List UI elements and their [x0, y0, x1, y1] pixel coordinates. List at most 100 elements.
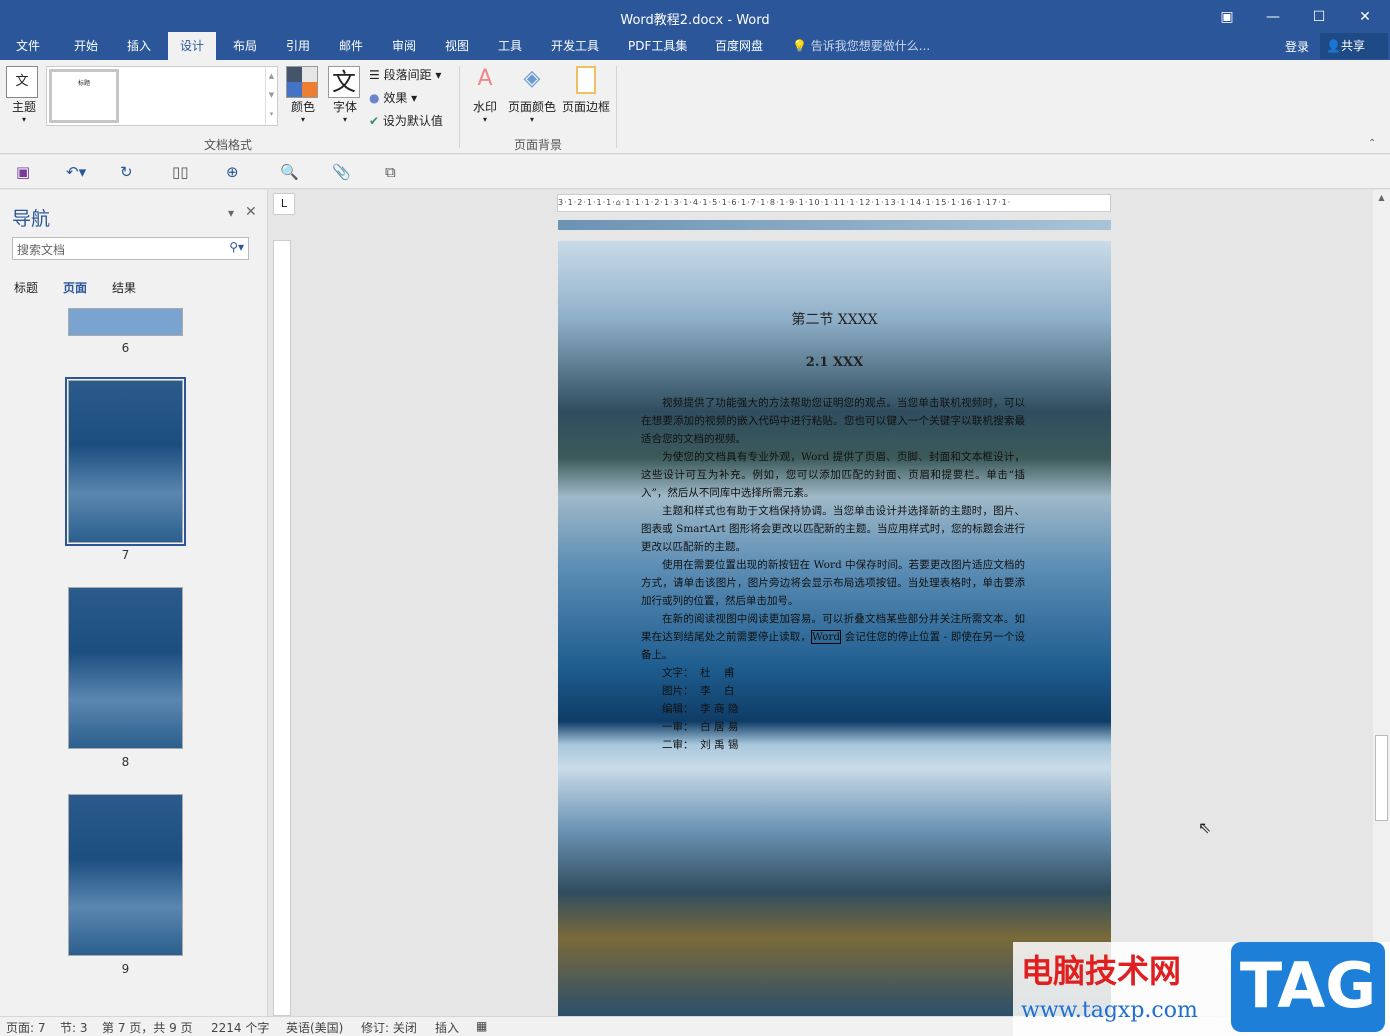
colors-icon: [286, 66, 318, 98]
effects-button[interactable]: ● 效果 ▾: [369, 89, 417, 106]
status-insert-mode[interactable]: 插入: [435, 1019, 459, 1036]
page-number-9: 9: [121, 962, 130, 976]
colors-button[interactable]: 颜色 ▾: [286, 66, 320, 124]
page-number-7: 7: [121, 548, 130, 562]
paragraph: 主题和样式也有助于文档保持协调。当您单击设计并选择新的主题时，图片、图表或 Sm…: [641, 505, 1025, 553]
nav-tab-results[interactable]: 结果: [112, 279, 136, 296]
login-link[interactable]: 登录: [1285, 38, 1309, 55]
person-icon: 👤: [1326, 39, 1341, 53]
print-preview-icon[interactable]: 🔍: [280, 163, 299, 181]
macro-icon[interactable]: ▦: [476, 1019, 487, 1033]
tab-file[interactable]: 文件: [4, 32, 52, 60]
tab-home[interactable]: 开始: [62, 32, 110, 60]
group-label-document-format: 文档格式: [204, 138, 253, 152]
page-color-button[interactable]: ◈ 页面颜色 ▾: [506, 66, 558, 124]
tab-mailings[interactable]: 邮件: [327, 32, 375, 60]
gallery-scroll[interactable]: ▲ ▼ ▾: [265, 67, 277, 125]
watermark-site: 电脑技术网: [1021, 952, 1182, 990]
style-preview[interactable]: 标题: [49, 69, 119, 123]
status-language[interactable]: 英语(美国): [286, 1019, 343, 1036]
fonts-icon: 文: [328, 66, 360, 98]
page-thumbnail-8[interactable]: [68, 587, 183, 749]
set-default-button[interactable]: ✔ 设为默认值: [369, 112, 443, 129]
scroll-up-icon[interactable]: ▲: [1373, 193, 1390, 202]
collapse-ribbon-icon[interactable]: ⌃: [1368, 138, 1376, 149]
lightbulb-icon: 💡: [792, 39, 807, 53]
redo-icon[interactable]: ↻: [120, 163, 133, 181]
status-track-changes[interactable]: 修订: 关闭: [361, 1019, 417, 1036]
style-gallery[interactable]: 标题 ▲ ▼ ▾: [46, 66, 278, 126]
tab-pdf[interactable]: PDF工具集: [616, 32, 699, 60]
theme-button[interactable]: 文 主题 ▾: [6, 66, 42, 124]
tab-view[interactable]: 视图: [433, 32, 481, 60]
tab-review[interactable]: 审阅: [380, 32, 428, 60]
watermark-button[interactable]: A 水印 ▾: [468, 66, 502, 124]
group-divider: [616, 66, 617, 148]
page-border-button[interactable]: 页面边框: [560, 66, 612, 115]
status-section[interactable]: 节: 3: [60, 1019, 88, 1036]
page-border-icon: [576, 66, 596, 94]
status-page-count[interactable]: 第 7 页，共 9 页: [102, 1019, 193, 1036]
nav-tab-pages[interactable]: 页面: [63, 279, 87, 296]
status-page[interactable]: 页面: 7: [6, 1019, 46, 1036]
undo-icon[interactable]: ↶▾: [66, 163, 86, 181]
tab-layout[interactable]: 布局: [221, 32, 269, 60]
tab-developer[interactable]: 开发工具: [539, 32, 611, 60]
nav-search-input[interactable]: 搜索文档 ⚲▾: [12, 237, 249, 260]
paragraph: 为使您的文档具有专业外观，Word 提供了页眉、页脚、封面和文本框设计，这些设计…: [641, 451, 1025, 499]
attach-icon[interactable]: 📎: [332, 163, 351, 181]
tab-baidu[interactable]: 百度网盘: [703, 32, 775, 60]
paragraph: 视频提供了功能强大的方法帮助您证明您的观点。当您单击联机视频时，可以在想要添加的…: [641, 397, 1025, 445]
mouse-cursor-icon: ⇖: [1198, 818, 1212, 837]
nav-options-icon[interactable]: ▾: [228, 206, 234, 220]
previous-page-bottom: [558, 220, 1111, 230]
paragraph-spacing-label: 段落间距: [383, 68, 432, 82]
columns-icon[interactable]: ▯▯: [172, 163, 189, 181]
check-icon: ✔: [369, 114, 380, 128]
vertical-scrollbar[interactable]: ▲: [1373, 190, 1390, 1016]
link-icon[interactable]: ⊕: [226, 163, 239, 181]
nav-close-icon[interactable]: ✕: [245, 204, 257, 220]
tab-tools[interactable]: 工具: [486, 32, 534, 60]
minimize-button[interactable]: —: [1250, 4, 1296, 30]
search-icon[interactable]: ⚲▾: [229, 240, 244, 254]
insert-object-icon[interactable]: ⧉: [385, 163, 396, 181]
quick-access-toolbar: [0, 155, 1390, 189]
save-icon[interactable]: ▣: [16, 163, 30, 181]
credit-line: 二审： 刘 禹 锡: [662, 739, 739, 751]
credit-line: 文字： 杜 甫: [662, 667, 735, 679]
colors-label: 颜色: [290, 100, 315, 114]
nav-tab-headings[interactable]: 标题: [14, 279, 38, 296]
maximize-button[interactable]: ☐: [1296, 4, 1342, 30]
page-number-8: 8: [121, 755, 130, 769]
subsection-heading: 2.1 XXX: [805, 355, 864, 370]
share-label: 共享: [1340, 39, 1365, 53]
effects-icon: ●: [369, 91, 380, 105]
horizontal-ruler[interactable]: 3·1·2·1·1·1·⌂·1·1·1·2·1·3·1·4·1·5·1·6·1·…: [557, 194, 1111, 212]
tab-design[interactable]: 设计: [168, 32, 217, 60]
tab-references[interactable]: 引用: [274, 32, 322, 60]
close-button[interactable]: ✕: [1342, 4, 1388, 30]
page-thumbnail-7[interactable]: [65, 377, 186, 546]
share-button[interactable]: 👤共享: [1320, 33, 1388, 59]
page-number-6: 6: [121, 341, 130, 355]
tab-selector[interactable]: L: [273, 193, 295, 215]
tell-me-input[interactable]: 💡 告诉我您想要做什么...: [792, 32, 930, 60]
paragraph-spacing-button[interactable]: ☰ 段落间距 ▾: [369, 66, 441, 83]
page-thumbnail-9[interactable]: [68, 794, 183, 956]
scrollbar-thumb[interactable]: [1375, 735, 1388, 821]
theme-icon: 文: [6, 66, 38, 98]
ribbon-display-button[interactable]: ▣: [1204, 4, 1250, 30]
page-thumbnail-6[interactable]: [68, 308, 183, 336]
window-title: Word教程2.docx - Word: [620, 13, 770, 28]
body-text: 视频提供了功能强大的方法帮助您证明您的观点。当您单击联机视频时，可以在想要添加的…: [641, 394, 1025, 754]
search-placeholder: 搜索文档: [17, 243, 66, 257]
fonts-button[interactable]: 文 字体 ▾: [328, 66, 362, 124]
credit-line: 图片： 李 白: [662, 685, 735, 697]
page-color-icon: ◈: [523, 66, 541, 91]
status-word-count[interactable]: 2214 个字: [211, 1019, 269, 1036]
document-page[interactable]: 第二节 XXXX 2.1 XXX 视频提供了功能强大的方法帮助您证明您的观点。当…: [558, 241, 1111, 1016]
vertical-ruler[interactable]: [273, 240, 291, 1016]
credit-line: 一审： 白 居 易: [662, 721, 739, 733]
tab-insert[interactable]: 插入: [115, 32, 163, 60]
